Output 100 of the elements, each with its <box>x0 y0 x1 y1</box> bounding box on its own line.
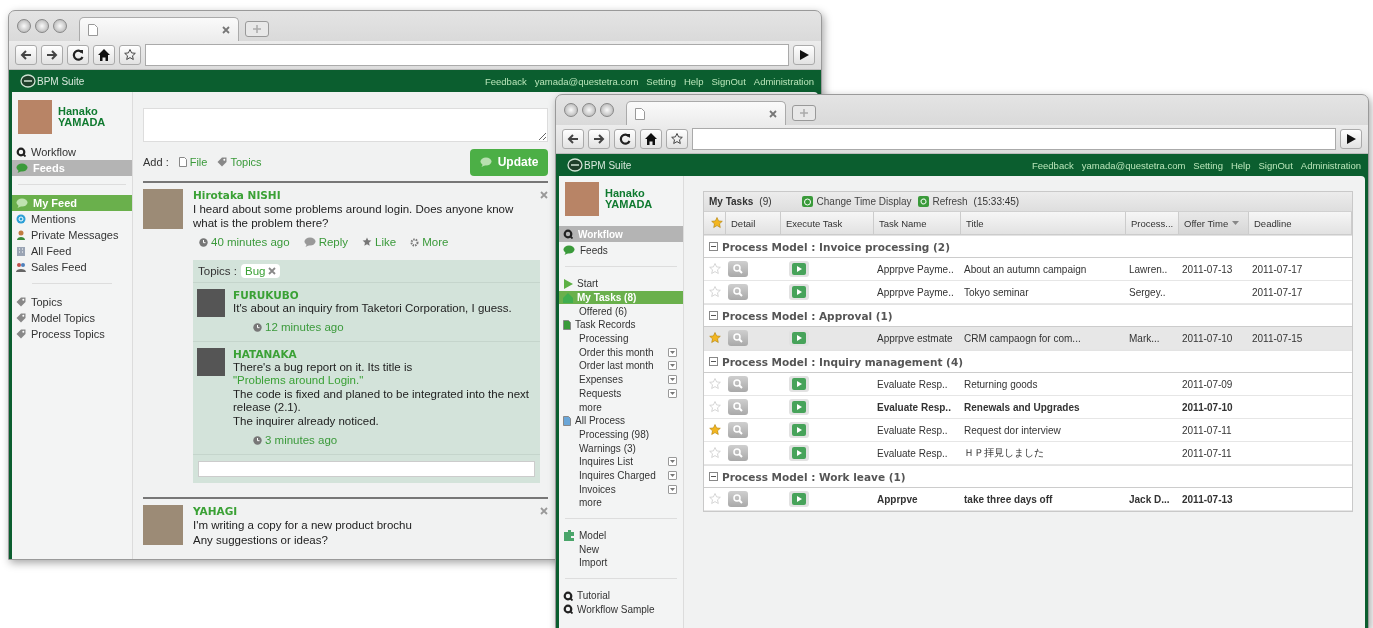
sidebar-item[interactable]: New <box>563 542 683 557</box>
detail-button[interactable] <box>728 284 748 300</box>
header-link[interactable]: yamada@questetra.com <box>534 75 639 87</box>
window-control[interactable] <box>53 19 67 33</box>
group-header[interactable]: Process Model : Approval (1) <box>704 304 1352 327</box>
delete-icon[interactable] <box>540 191 548 199</box>
column-header[interactable]: Deadline <box>1249 212 1352 234</box>
sidebar-item[interactable]: Tutorial <box>563 588 683 603</box>
table-row[interactable]: Evaluate Resp.. Request dor interview 2011-07-11 <box>704 419 1352 442</box>
execute-button[interactable] <box>789 422 809 438</box>
table-row[interactable]: Evaluate Resp.. Returning goods 2011-07-09 <box>704 373 1352 396</box>
window-control[interactable] <box>35 19 49 33</box>
go-button[interactable] <box>1340 129 1362 149</box>
collapse-icon[interactable] <box>709 311 718 320</box>
home-button[interactable] <box>640 129 662 149</box>
header-link[interactable]: Setting <box>1193 159 1223 171</box>
collapse-icon[interactable] <box>709 242 718 251</box>
table-row[interactable]: Evaluate Resp.. ＨＰ拝見しました 2011-07-11 <box>704 442 1352 465</box>
sidebar-item[interactable]: Import <box>563 556 683 570</box>
detail-button[interactable] <box>728 399 748 415</box>
sidebar-item[interactable]: Offered (6) <box>563 304 683 319</box>
address-field[interactable] <box>692 128 1336 150</box>
detail-button[interactable] <box>728 376 748 392</box>
sidebar-item[interactable]: Private Messages <box>12 227 132 243</box>
sidebar-item[interactable]: Order this month <box>563 345 683 360</box>
detail-button[interactable] <box>728 491 748 507</box>
reload-button[interactable] <box>67 45 89 65</box>
detail-button[interactable] <box>728 445 748 461</box>
header-link[interactable]: SignOut <box>1258 159 1293 171</box>
delete-icon[interactable] <box>540 507 548 515</box>
back-button[interactable] <box>15 45 37 65</box>
window-control[interactable] <box>582 103 596 117</box>
reload-button[interactable] <box>614 129 636 149</box>
close-icon[interactable] <box>222 25 230 34</box>
table-row[interactable]: Apprpve Payme.. About an autumn campaign Lawren.. 2011-07-13 2011-07-17 <box>704 258 1352 281</box>
star-icon[interactable] <box>709 447 721 459</box>
execute-button[interactable] <box>789 376 809 392</box>
star-icon[interactable] <box>709 332 721 344</box>
sidebar-item[interactable]: more <box>563 400 683 414</box>
group-header[interactable]: Process Model : Work leave (1) <box>704 465 1352 488</box>
column-header[interactable]: Offer Time <box>1179 212 1249 234</box>
column-header[interactable]: Title <box>961 212 1126 234</box>
go-button[interactable] <box>793 45 815 65</box>
column-header[interactable]: Execute Task <box>781 212 874 234</box>
execute-button[interactable] <box>789 330 809 346</box>
sidebar-item[interactable]: Inquires Charged <box>563 468 683 483</box>
header-link[interactable]: Help <box>1230 159 1251 171</box>
dropdown-button[interactable] <box>668 457 677 467</box>
sidebar-item[interactable]: Process Topics <box>12 326 132 342</box>
header-link[interactable]: yamada@questetra.com <box>1081 159 1186 171</box>
sidebar-item[interactable]: Model Topics <box>12 310 132 326</box>
sidebar-item[interactable]: Start <box>563 277 683 291</box>
dropdown-button[interactable] <box>668 470 677 480</box>
dropdown-button[interactable] <box>668 375 677 385</box>
sidebar-item[interactable]: Inquires List <box>563 454 683 469</box>
sidebar-item[interactable]: Workflow Sample <box>563 602 683 617</box>
toolbar-link[interactable]: Change Time Display <box>801 196 912 207</box>
column-header[interactable]: Detail <box>726 212 781 234</box>
sidebar-item[interactable]: Invoices <box>563 482 683 496</box>
sidebar-item[interactable]: Topics <box>12 294 132 310</box>
toolbar-link[interactable]: Refresh <box>917 196 968 207</box>
table-row[interactable]: Apprpve take three days off Jack D... 2011-07-13 <box>704 488 1352 511</box>
sidebar-item[interactable]: All Process <box>563 413 683 428</box>
header-link[interactable]: Feedback <box>484 75 527 87</box>
sidebar-item[interactable]: All Feed <box>12 243 132 259</box>
header-link[interactable]: Feedback <box>1031 159 1074 171</box>
back-button[interactable] <box>562 129 584 149</box>
reply-input-field[interactable] <box>198 461 535 477</box>
star-icon[interactable] <box>709 493 721 505</box>
sidebar-item[interactable]: Mentions <box>12 211 132 227</box>
dropdown-button[interactable] <box>668 361 677 371</box>
window-control[interactable] <box>564 103 578 117</box>
sidebar-item[interactable]: Order last month <box>563 359 683 373</box>
execute-button[interactable] <box>789 261 809 277</box>
window-control[interactable] <box>600 103 614 117</box>
star-icon[interactable] <box>709 401 721 413</box>
post-input-field[interactable] <box>143 108 548 142</box>
header-link[interactable]: SignOut <box>711 75 746 87</box>
execute-button[interactable] <box>789 491 809 507</box>
table-row[interactable]: Apprpve estmate CRM campaogn for com... Mark... 2011-07-10 2011-07-15 <box>704 327 1352 350</box>
sidebar-item[interactable]: more <box>563 496 683 510</box>
forward-button[interactable] <box>41 45 63 65</box>
forward-button[interactable] <box>588 129 610 149</box>
sidebar-item[interactable]: Warnings (3) <box>563 441 683 455</box>
header-link[interactable]: Administration <box>753 75 814 87</box>
window-control[interactable] <box>17 19 31 33</box>
execute-button[interactable] <box>789 284 809 300</box>
star-icon[interactable] <box>709 263 721 275</box>
detail-button[interactable] <box>728 330 748 346</box>
star-icon[interactable] <box>709 378 721 390</box>
bookmark-button[interactable] <box>666 129 688 149</box>
collapse-icon[interactable] <box>709 357 718 366</box>
sidebar-item[interactable]: Task Records <box>563 318 683 332</box>
sidebar-item[interactable]: Model <box>563 528 683 543</box>
table-row[interactable]: Apprpve Payme.. Tokyo seminar Sergey.. 2011-07-17 <box>704 281 1352 304</box>
column-header[interactable]: Task Name <box>874 212 961 234</box>
dropdown-button[interactable] <box>668 484 677 494</box>
sidebar-item[interactable]: Processing <box>563 331 683 346</box>
close-icon[interactable] <box>769 109 777 118</box>
header-link[interactable]: Administration <box>1300 159 1361 171</box>
